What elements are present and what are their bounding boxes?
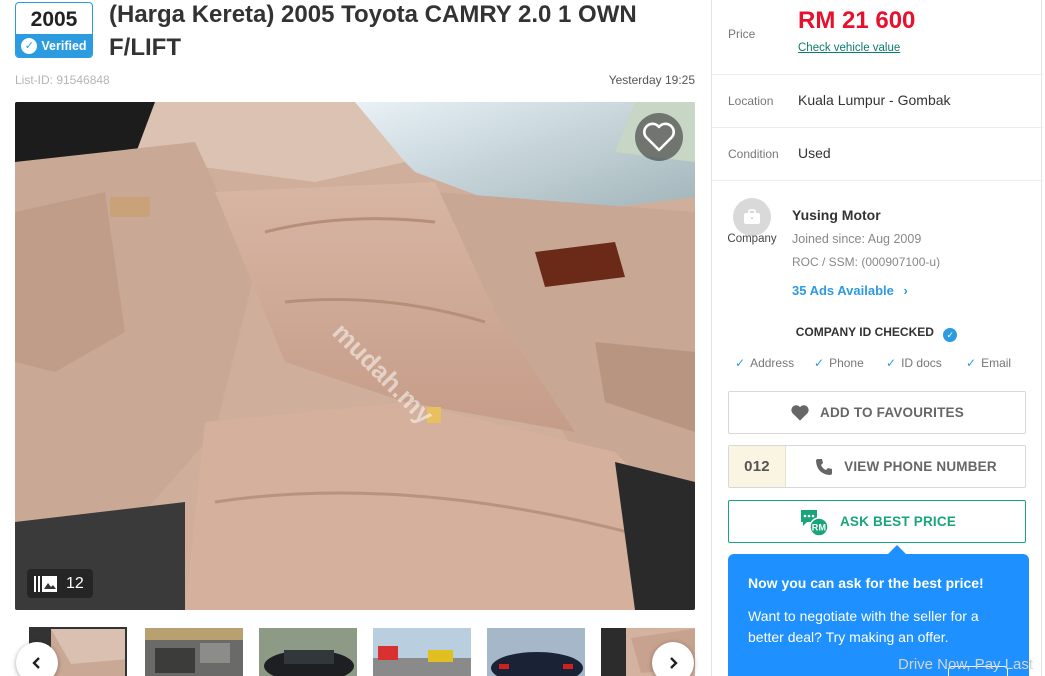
gallery-icon: [34, 575, 57, 592]
chevron-right-icon: [670, 657, 678, 669]
check-icon: ✓: [814, 356, 825, 370]
main-photo[interactable]: mudah.my: [15, 102, 695, 610]
seller-joined: Joined since: Aug 2009: [792, 232, 922, 246]
list-id: List-ID: 91546848: [15, 73, 110, 87]
year-verified-badge: 2005 ✓ Verified: [15, 2, 93, 58]
check-icon: ✓: [886, 356, 897, 370]
ask-best-price-button[interactable]: RM ASK BEST PRICE: [728, 500, 1026, 543]
phone-prefix: 012: [729, 446, 786, 487]
drive-now-link[interactable]: Drive Now, Pay Last: [898, 656, 1033, 673]
check-email-label: Email: [981, 356, 1012, 370]
posted-time: Yesterday 19:25: [608, 73, 695, 87]
price-value: RM 21 600: [798, 7, 916, 34]
location-value: Kuala Lumpur - Gombak: [798, 92, 951, 108]
price-label: Price: [728, 27, 756, 41]
thumbnail-2[interactable]: [145, 628, 243, 676]
seller-ads-link[interactable]: 35 Ads Available ›: [792, 283, 908, 298]
condition-row: Condition Used: [712, 128, 1043, 181]
seller-name[interactable]: Yusing Motor: [792, 207, 881, 223]
check-icon: ✓: [21, 38, 38, 54]
favourite-toggle[interactable]: [635, 113, 683, 161]
check-address: ✓ Address: [735, 356, 794, 370]
verified-label: Verified: [41, 39, 87, 53]
company-id-title: COMPANY ID CHECKED: [795, 325, 934, 339]
check-address-label: Address: [750, 356, 795, 370]
check-email: ✓ Email: [966, 356, 1011, 370]
thumbnails-prev-button[interactable]: [16, 642, 58, 676]
image-count: 12: [66, 574, 84, 592]
view-phone-button[interactable]: 012 VIEW PHONE NUMBER: [728, 445, 1026, 488]
add-to-favourites-label: ADD TO FAVOURITES: [820, 405, 964, 420]
svg-text:RM: RM: [812, 522, 826, 532]
condition-value: Used: [798, 145, 831, 161]
chevron-right-icon: ›: [903, 283, 908, 298]
location-row: Location Kuala Lumpur - Gombak: [712, 75, 1043, 128]
thumbnail-3[interactable]: [259, 628, 357, 676]
heart-icon: [791, 404, 809, 421]
chevron-left-icon: [32, 657, 40, 669]
verified-check-icon: ✓: [943, 328, 958, 342]
view-phone-label: VIEW PHONE NUMBER: [844, 459, 997, 474]
thumbnail-4[interactable]: [373, 628, 471, 676]
chat-rm-icon: RM: [800, 509, 829, 537]
listing-title: (Harga Kereta) 2005 Toyota CAMRY 2.0 1 O…: [109, 1, 637, 61]
verified-strip: ✓ Verified: [16, 34, 92, 57]
seller-roc: ROC / SSM: (000907100-u): [792, 255, 941, 269]
price-row: Price RM 21 600 Check vehicle value: [712, 0, 1043, 75]
car-interior-image: mudah.my: [15, 102, 695, 610]
phone-icon: [816, 458, 833, 475]
check-icon: ✓: [735, 356, 746, 370]
image-count-chip[interactable]: 12: [27, 569, 93, 598]
heart-outline-icon: [643, 122, 675, 152]
location-label: Location: [728, 94, 774, 108]
thumbnails-next-button[interactable]: [652, 642, 694, 676]
briefcase-icon: [744, 209, 760, 224]
add-to-favourites-button[interactable]: ADD TO FAVOURITES: [728, 391, 1026, 434]
year-label: 2005: [30, 8, 78, 31]
tooltip-body: Want to negotiate with the seller for a …: [748, 608, 979, 645]
company-id-checked: COMPANY ID CHECKED ✓: [711, 325, 1042, 342]
check-id-docs-label: ID docs: [901, 356, 942, 370]
ask-best-price-label: ASK BEST PRICE: [839, 514, 957, 529]
check-phone-label: Phone: [829, 356, 864, 370]
check-phone: ✓ Phone: [814, 356, 864, 370]
seller-type: Company: [727, 233, 777, 245]
company-avatar: [733, 198, 771, 236]
thumbnail-strip: [15, 616, 695, 676]
tooltip-title: Now you can ask for the best price!: [748, 575, 984, 591]
condition-label: Condition: [728, 147, 779, 161]
ads-link-label: 35 Ads Available: [792, 283, 894, 298]
check-vehicle-value-link[interactable]: Check vehicle value: [798, 42, 900, 54]
thumbnail-5[interactable]: [487, 628, 585, 676]
check-icon: ✓: [966, 356, 977, 370]
check-id-docs: ✓ ID docs: [886, 356, 942, 370]
